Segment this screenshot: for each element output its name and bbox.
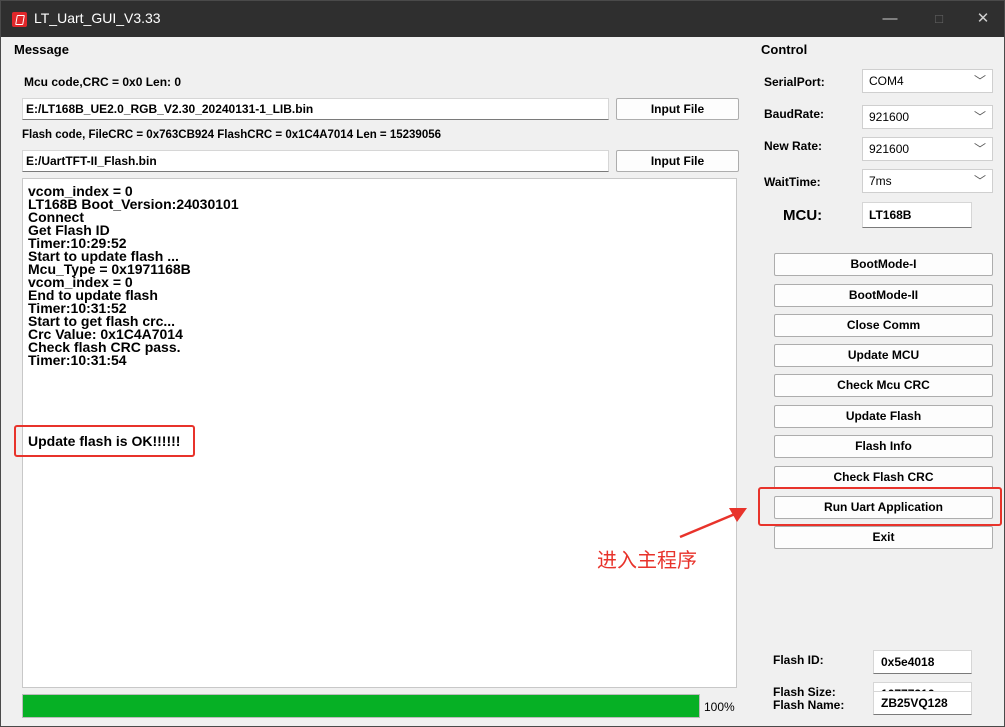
update-flash-button[interactable]: Update Flash [774, 405, 993, 428]
baud-rate-value: 921600 [869, 110, 910, 124]
log-line: Timer:10:31:54 [28, 352, 127, 368]
flash-size-label: Flash Size: [773, 685, 836, 699]
annotation-text: 进入主程序 [597, 550, 697, 572]
bootmode-1-button[interactable]: BootMode-I [774, 253, 993, 276]
flash-info-button[interactable]: Flash Info [774, 435, 993, 458]
wait-time-label: WaitTime: [764, 175, 821, 189]
flash-id-field[interactable]: 0x5e4018 [873, 650, 972, 674]
chevron-down-icon: ﹀ [973, 110, 986, 124]
flash-name-field[interactable]: ZB25VQ128 [873, 691, 972, 715]
close-button[interactable]: ✕ [966, 1, 1000, 37]
bootmode-2-button[interactable]: BootMode-II [774, 284, 993, 307]
window-title: LT_Uart_GUI_V3.33 [34, 10, 161, 26]
new-rate-label: New Rate: [764, 139, 823, 153]
new-rate-select[interactable]: 921600 ﹀ [862, 137, 993, 161]
flash-info-text: Flash code, FileCRC = 0x763CB924 FlashCR… [22, 129, 442, 141]
log-lines: vcom_index = 0 LT168B Boot_Version:24030… [28, 184, 239, 368]
title-bar: LT_Uart_GUI_V3.33 — □ ✕ [1, 1, 1004, 37]
baud-rate-select[interactable]: 921600 ﹀ [862, 105, 993, 129]
chevron-down-icon: ﹀ [973, 74, 986, 88]
mcu-label: MCU: [783, 207, 823, 224]
flash-name-label: Flash Name: [773, 698, 845, 712]
maximize-button[interactable]: □ [922, 1, 956, 37]
message-group-label: Message [14, 42, 69, 57]
control-group-label: Control [761, 42, 808, 57]
flash-id-label: Flash ID: [773, 653, 824, 667]
progress-percent: 100% [704, 700, 735, 714]
serial-port-value: COM4 [869, 74, 904, 88]
serial-port-label: SerialPort: [764, 75, 825, 89]
wait-time-value: 7ms [869, 174, 892, 188]
chevron-down-icon: ﹀ [973, 174, 986, 188]
baud-rate-label: BaudRate: [764, 107, 825, 121]
annotation-arrow-icon [679, 508, 747, 539]
serial-port-select[interactable]: COM4 ﹀ [862, 69, 993, 93]
flash-input-file-button[interactable]: Input File [616, 150, 739, 172]
update-mcu-button[interactable]: Update MCU [774, 344, 993, 367]
run-app-highlight-box [758, 487, 1002, 526]
new-rate-value: 921600 [869, 142, 910, 156]
ok-highlight-box [14, 425, 195, 457]
flash-file-path-field[interactable]: E:/UartTFT-II_Flash.bin [22, 150, 609, 172]
exit-button[interactable]: Exit [774, 526, 993, 549]
mcu-info-text: Mcu code,CRC = 0x0 Len: 0 [24, 75, 182, 89]
mcu-type-field[interactable]: LT168B [862, 202, 972, 228]
mcu-input-file-button[interactable]: Input File [616, 98, 739, 120]
wait-time-select[interactable]: 7ms ﹀ [862, 169, 993, 193]
minimize-button[interactable]: — [873, 1, 907, 37]
progress-bar [22, 694, 700, 718]
check-mcu-crc-button[interactable]: Check Mcu CRC [774, 374, 993, 397]
app-logo-icon [12, 12, 27, 27]
chevron-down-icon: ﹀ [973, 142, 986, 156]
progress-fill [23, 695, 699, 717]
mcu-file-path-field[interactable]: E:/LT168B_UE2.0_RGB_V2.30_20240131-1_LIB… [22, 98, 609, 120]
close-comm-button[interactable]: Close Comm [774, 314, 993, 337]
check-flash-crc-button[interactable]: Check Flash CRC [774, 466, 993, 489]
app-window: LT_Uart_GUI_V3.33 — □ ✕ Message Mcu code… [0, 0, 1005, 727]
